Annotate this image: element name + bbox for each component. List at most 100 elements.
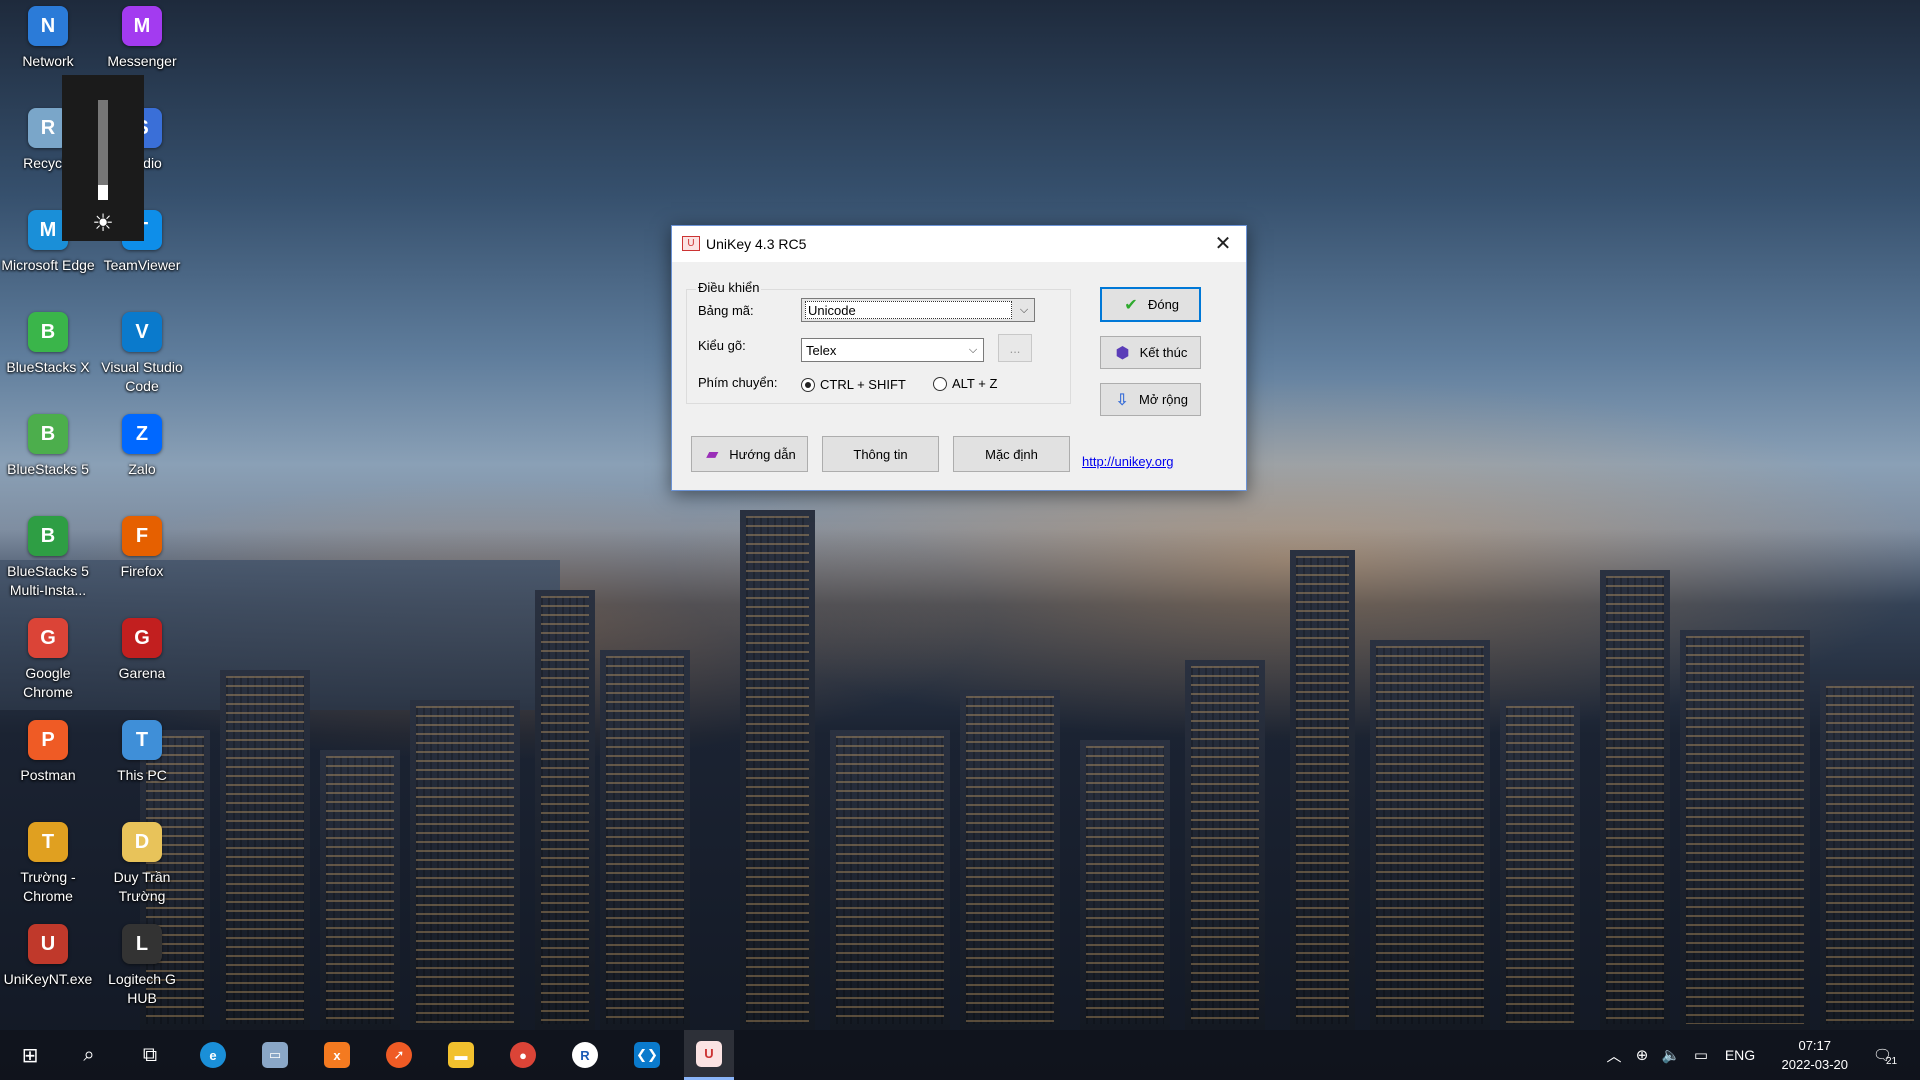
kieu-go-value: Telex — [806, 343, 837, 358]
network-globe-icon[interactable]: ⊕ — [1630, 1030, 1654, 1080]
desktop-icon-label: This PC — [117, 767, 167, 783]
radio-selected-icon — [801, 377, 815, 392]
taskbar-app-icon[interactable]: ▭ — [250, 1030, 300, 1080]
more-button[interactable]: ... — [998, 334, 1032, 362]
show-hidden-icons-chevron-up-icon[interactable]: ︿ — [1602, 1030, 1626, 1080]
radio-alt-z[interactable]: ALT + Z — [933, 376, 997, 391]
desktop-icon[interactable]: B BlueStacks X — [0, 312, 96, 377]
battery-icon[interactable]: ▭ — [1688, 1030, 1714, 1080]
desktop-icon[interactable]: G Google Chrome — [0, 618, 96, 702]
chevron-down-icon: ⌵ — [968, 344, 978, 356]
title-bar[interactable]: U UniKey 4.3 RC5 ✕ — [672, 226, 1246, 262]
bluestacks-multi-icon: B — [28, 516, 68, 556]
desktop-icon-label: Logitech G HUB — [108, 971, 176, 1006]
desktop-icon-label: Network — [22, 53, 74, 69]
desktop-icon[interactable]: M Messenger — [94, 6, 190, 71]
chrome-profile-icon: T — [28, 822, 68, 862]
close-icon[interactable]: ✕ — [1200, 226, 1246, 262]
search-icon[interactable]: ⌕ — [64, 1030, 114, 1080]
desktop-icon-label: Duy Trần Trường — [113, 869, 171, 904]
book-icon: ▰ — [706, 446, 719, 463]
radio-unselected-icon — [933, 376, 947, 391]
brightness-slider-fill[interactable] — [98, 185, 108, 200]
dong-button-label: Đóng — [1147, 297, 1180, 312]
clock-date: 2022-03-20 — [1781, 1057, 1849, 1072]
desktop-icon-label: Google Chrome — [23, 665, 73, 700]
clock-time: 07:17 — [1798, 1038, 1832, 1053]
desktop-icon[interactable]: Z Zalo — [94, 414, 190, 479]
logitech-icon: L — [122, 924, 162, 964]
desktop-icon-label: Visual Studio Code — [101, 359, 183, 394]
brightness-flyout: ☀ — [62, 75, 144, 241]
radio-ctrl-shift[interactable]: CTRL + SHIFT — [801, 377, 906, 392]
desktop-icon-label: Postman — [20, 767, 76, 783]
desktop-icon[interactable]: D Duy Trần Trường — [94, 822, 190, 906]
desktop-icon[interactable]: L Logitech G HUB — [94, 924, 190, 1008]
huong-dan-button-label: Hướng dẫn — [729, 446, 796, 462]
bluestacks-5-icon: B — [28, 414, 68, 454]
desktop-icon[interactable]: P Postman — [0, 720, 96, 785]
this-pc-icon: T — [122, 720, 162, 760]
radio-ctrl-shift-label: CTRL + SHIFT — [820, 377, 906, 392]
taskbar-vscode-icon[interactable]: ❮❯ — [622, 1030, 672, 1080]
messenger-icon: M — [122, 6, 162, 46]
bang-ma-value: Unicode — [805, 301, 1012, 319]
thong-tin-button[interactable]: Thông tin — [822, 436, 939, 472]
desktop-icon-label: BlueStacks 5 — [7, 461, 89, 477]
taskbar-unikey-icon[interactable]: U — [684, 1030, 734, 1080]
exit-icon: ⬢ — [1115, 344, 1130, 362]
bang-ma-select[interactable]: Unicode ⌵ — [801, 298, 1035, 322]
desktop-icon[interactable]: B BlueStacks 5 Multi-Insta... — [0, 516, 96, 600]
language-indicator[interactable]: ENG — [1720, 1030, 1760, 1080]
desktop-icon[interactable]: T Trường - Chrome — [0, 822, 96, 906]
chevron-down-icon: ⌵ — [1019, 304, 1029, 316]
dong-button[interactable]: ✔ Đóng — [1100, 287, 1201, 322]
desktop-icon[interactable]: V Visual Studio Code — [94, 312, 190, 396]
bluestacks-x-icon: B — [28, 312, 68, 352]
group-label: Điều khiển — [696, 280, 762, 295]
network-icon: N — [28, 6, 68, 46]
notification-center[interactable]: 🗨 21 — [1865, 1030, 1905, 1080]
unikey-website-link[interactable]: http://unikey.org — [1082, 454, 1174, 469]
desktop-icon[interactable]: F Firefox — [94, 516, 190, 581]
city-skyline-background — [0, 470, 1920, 1030]
desktop-icon[interactable]: N Network — [0, 6, 96, 71]
window-title: UniKey 4.3 RC5 — [706, 236, 807, 252]
taskbar-postman-icon[interactable]: ➚ — [374, 1030, 424, 1080]
desktop-icon-label: Zalo — [128, 461, 156, 477]
mac-dinh-button[interactable]: Mặc định — [953, 436, 1070, 472]
postman-icon: P — [28, 720, 68, 760]
unikey-app-icon: U — [682, 236, 700, 251]
volume-icon[interactable]: 🔈 — [1658, 1030, 1684, 1080]
huong-dan-button[interactable]: ▰ Hướng dẫn — [691, 436, 808, 472]
desktop-icon-label: Garena — [118, 665, 166, 681]
taskbar-app2-icon[interactable]: R — [560, 1030, 610, 1080]
taskbar-chrome-icon[interactable]: ● — [498, 1030, 548, 1080]
desktop-icon-label: UniKeyNT.exe — [3, 971, 93, 987]
task-view-icon[interactable]: ⧉ — [125, 1030, 175, 1080]
start-windows-icon[interactable]: ⊞ — [5, 1030, 55, 1080]
kieu-go-label: Kiểu gõ: — [698, 338, 746, 353]
desktop-icon[interactable]: B BlueStacks 5 — [0, 414, 96, 479]
vscode-icon: V — [122, 312, 162, 352]
desktop-icon-label: Firefox — [120, 563, 164, 579]
taskbar-xampp-icon[interactable]: x — [312, 1030, 362, 1080]
clock[interactable]: 07:17 2022-03-20 — [1782, 1036, 1849, 1074]
taskbar-file-explorer-icon[interactable]: ▬ — [436, 1030, 486, 1080]
chrome-icon: G — [28, 618, 68, 658]
desktop-icon[interactable]: G Garena — [94, 618, 190, 683]
desktop-icon-label: BlueStacks X — [6, 359, 90, 375]
desktop-icon[interactable]: U UniKeyNT.exe — [0, 924, 96, 989]
kieu-go-select[interactable]: Telex ⌵ — [801, 338, 984, 362]
desktop-icon-label: Microsoft Edge — [1, 257, 95, 273]
taskbar-edge-icon[interactable]: e — [188, 1030, 238, 1080]
desktop-icon[interactable]: T This PC — [94, 720, 190, 785]
firefox-icon: F — [122, 516, 162, 556]
mo-rong-button[interactable]: ⇩ Mở rộng — [1100, 383, 1201, 416]
desktop-icon-label: Messenger — [107, 53, 177, 69]
checkmark-icon: ✔ — [1124, 296, 1138, 314]
desktop-icon-label: TeamViewer — [103, 257, 181, 273]
radio-alt-z-label: ALT + Z — [952, 376, 998, 391]
taskbar: ⊞ ⌕ ⧉ e ▭ x ➚ ▬ ● R ❮❯ U ︿ ⊕ 🔈 ▭ ENG 07:… — [0, 1030, 1920, 1080]
ket-thuc-button[interactable]: ⬢ Kết thúc — [1100, 336, 1201, 369]
